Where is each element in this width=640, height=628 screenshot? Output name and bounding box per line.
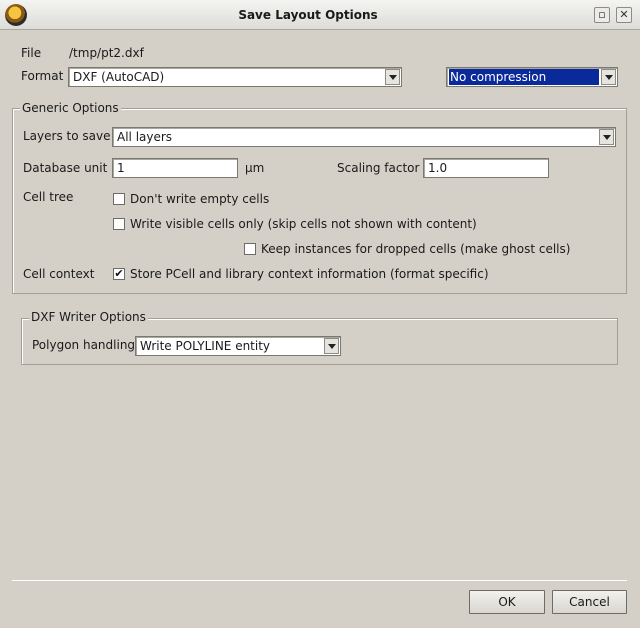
file-path: /tmp/pt2.dxf bbox=[69, 46, 144, 60]
ghost-cells-checkbox[interactable] bbox=[244, 243, 256, 255]
dbu-unit: µm bbox=[245, 161, 265, 175]
layers-select[interactable]: All layers bbox=[112, 127, 616, 147]
store-context-checkbox[interactable]: ✔ bbox=[113, 268, 125, 280]
dbu-label: Database unit bbox=[23, 161, 108, 175]
format-select[interactable]: DXF (AutoCAD) bbox=[68, 67, 402, 87]
format-label: Format bbox=[21, 69, 64, 83]
layers-value: All layers bbox=[117, 130, 173, 144]
cancel-button[interactable]: Cancel bbox=[552, 590, 627, 614]
scaling-label: Scaling factor bbox=[337, 161, 420, 175]
restore-icon[interactable]: ▫ bbox=[594, 7, 610, 23]
chevron-down-icon bbox=[605, 75, 613, 80]
dxf-options-title: DXF Writer Options bbox=[29, 310, 148, 324]
visible-only-label[interactable]: Write visible cells only (skip cells not… bbox=[130, 217, 477, 231]
compression-select[interactable]: No compression bbox=[446, 67, 618, 87]
file-label: File bbox=[21, 46, 42, 60]
chevron-down-icon bbox=[603, 135, 611, 140]
generic-options-title: Generic Options bbox=[20, 101, 121, 115]
store-context-label[interactable]: Store PCell and library context informat… bbox=[130, 267, 489, 281]
visible-only-checkbox[interactable] bbox=[113, 218, 125, 230]
dbu-input[interactable]: 1 bbox=[112, 158, 238, 178]
ghost-cells-label[interactable]: Keep instances for dropped cells (make g… bbox=[261, 242, 570, 256]
layers-label: Layers to save bbox=[23, 129, 111, 143]
cell-context-label: Cell context bbox=[23, 267, 95, 281]
compression-dropdown-button[interactable] bbox=[601, 69, 616, 85]
no-empty-cells-checkbox[interactable] bbox=[113, 193, 125, 205]
title-bar[interactable]: Save Layout Options ▫ ✕ bbox=[0, 0, 640, 30]
polygon-dropdown-button[interactable] bbox=[324, 338, 339, 354]
button-separator bbox=[12, 580, 627, 581]
scaling-input[interactable]: 1.0 bbox=[423, 158, 549, 178]
format-value: DXF (AutoCAD) bbox=[73, 70, 165, 84]
chevron-down-icon bbox=[328, 344, 336, 349]
polygon-label: Polygon handling bbox=[32, 338, 136, 352]
close-icon[interactable]: ✕ bbox=[616, 7, 632, 23]
no-empty-cells-label[interactable]: Don't write empty cells bbox=[130, 192, 269, 206]
chevron-down-icon bbox=[389, 75, 397, 80]
polygon-select[interactable]: Write POLYLINE entity bbox=[135, 336, 341, 356]
ok-button[interactable]: OK bbox=[469, 590, 545, 614]
polygon-value: Write POLYLINE entity bbox=[140, 339, 271, 353]
layers-dropdown-button[interactable] bbox=[599, 129, 614, 145]
window-title: Save Layout Options bbox=[238, 8, 378, 22]
compression-value: No compression bbox=[449, 69, 599, 85]
format-dropdown-button[interactable] bbox=[385, 69, 400, 85]
cell-tree-label: Cell tree bbox=[23, 190, 74, 204]
